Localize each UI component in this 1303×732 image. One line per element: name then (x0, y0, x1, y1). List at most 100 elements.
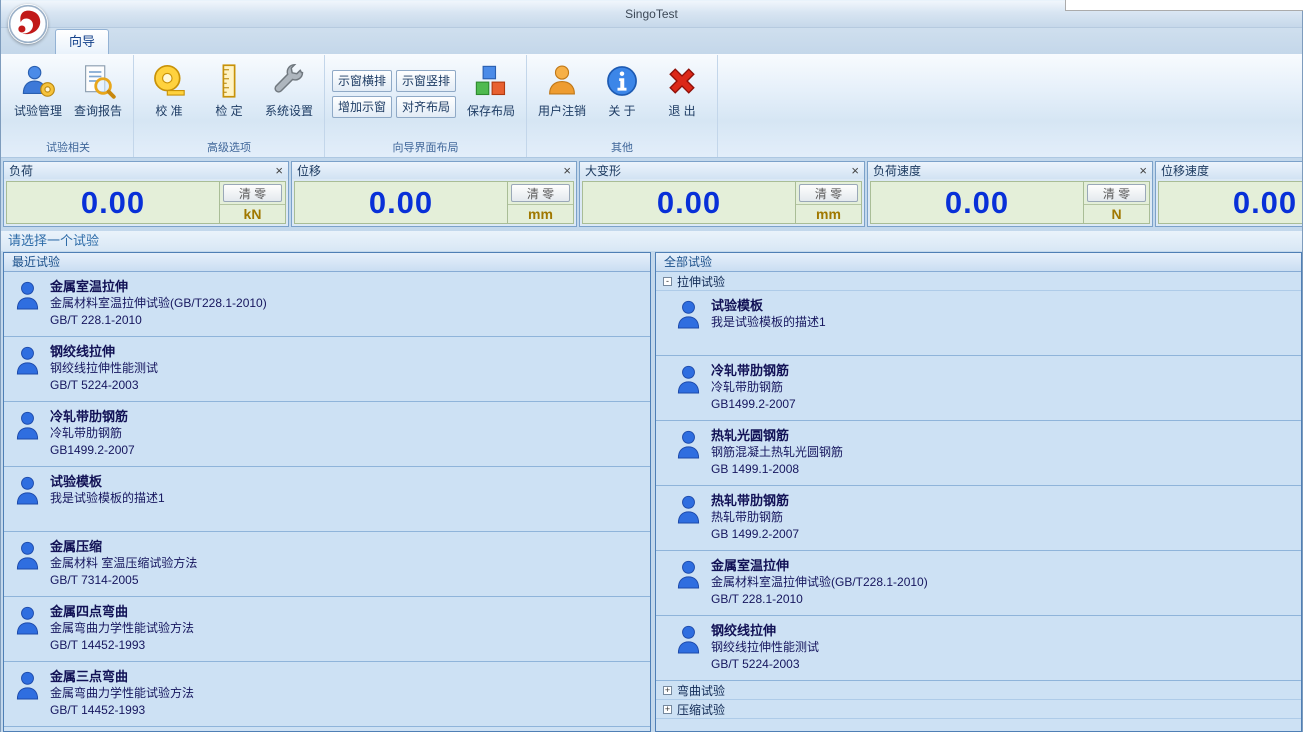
tree-group[interactable]: -拉伸试验 (656, 272, 1301, 291)
expand-icon[interactable]: + (663, 705, 672, 714)
test-item-description: 钢筋混凝土热轧光圆钢筋 (711, 444, 843, 461)
query-report-button[interactable]: 查询报告 (68, 58, 128, 119)
person-icon (15, 539, 40, 596)
test-item-description: 金属材料室温拉伸试验(GB/T228.1-2010) (50, 295, 267, 312)
test-item[interactable]: 冷轧带肋钢筋冷轧带肋钢筋GB1499.2-2007 (4, 402, 650, 467)
tab-wizard[interactable]: 向导 (55, 29, 109, 54)
ribbon: 试验管理查询报告试验相关校 准检 定系统设置高级选项示窗横排示窗竖排增加示窗对齐… (1, 54, 1302, 158)
gauge-header: 负荷 × (4, 162, 288, 179)
ruler-icon (211, 63, 247, 99)
test-item[interactable]: 金属四点弯曲金属弯曲力学性能试验方法GB/T 14452-1993 (4, 597, 650, 662)
clear-zero-button[interactable]: 清 零 (223, 184, 282, 202)
test-manager-icon (20, 63, 56, 99)
calibrate-button[interactable]: 校 准 (139, 58, 199, 119)
person-icon (15, 409, 40, 466)
gauge-side-column: 清 零mm (507, 182, 573, 223)
clear-zero-button[interactable]: 清 零 (799, 184, 858, 202)
test-item[interactable]: 试验模板我是试验模板的描述1 (656, 291, 1301, 356)
test-item-text: 热轧光圆钢筋钢筋混凝土热轧光圆钢筋GB 1499.1-2008 (711, 428, 843, 485)
window-layout-buttons: 示窗横排示窗竖排增加示窗对齐布局 (332, 70, 456, 118)
test-item-description: 我是试验模板的描述1 (711, 314, 826, 331)
close-icon[interactable]: × (275, 164, 283, 177)
report-search-icon (80, 63, 116, 99)
add-window-button[interactable]: 增加示窗 (332, 96, 392, 118)
test-item-title: 试验模板 (50, 474, 165, 490)
test-item-standard: GB/T 228.1-2010 (711, 591, 928, 608)
test-item[interactable]: 热轧带肋钢筋热轧带肋钢筋GB 1499.2-2007 (656, 486, 1301, 551)
test-item[interactable]: 冷轧带肋钢筋冷轧带肋钢筋GB1499.2-2007 (656, 356, 1301, 421)
close-icon[interactable]: × (851, 164, 859, 177)
test-item-text: 热轧带肋钢筋热轧带肋钢筋GB 1499.2-2007 (711, 493, 799, 550)
test-item-standard: GB/T 5224-2003 (711, 656, 819, 673)
app-menu-button[interactable] (8, 4, 48, 44)
test-management-button[interactable]: 试验管理 (8, 58, 68, 119)
all-tests-panel: 全部试验 -拉伸试验试验模板我是试验模板的描述1 冷轧带肋钢筋冷轧带肋钢筋GB14… (655, 252, 1302, 732)
align-layout-button[interactable]: 对齐布局 (396, 96, 456, 118)
gauge-unit: N (1084, 204, 1149, 223)
test-item[interactable]: 金属三点弯曲金属弯曲力学性能试验方法GB/T 14452-1993 (4, 662, 650, 727)
test-item-title: 金属三点弯曲 (50, 669, 194, 685)
tree-group-label: 压缩试验 (677, 701, 725, 718)
test-item-title: 热轧带肋钢筋 (711, 493, 799, 509)
test-item[interactable]: 金属室温拉伸金属材料室温拉伸试验(GB/T228.1-2010)GB/T 228… (4, 272, 650, 337)
ribbon-button-label: 用户注销 (538, 102, 586, 119)
collapse-icon[interactable]: - (663, 277, 672, 286)
gauge-header: 位移速度× (1156, 162, 1302, 179)
test-item-description: 热轧带肋钢筋 (711, 509, 799, 526)
test-item-description: 钢绞线拉伸性能测试 (50, 360, 158, 377)
window-title: SingoTest (625, 7, 678, 21)
test-item[interactable]: 钢绞线拉伸钢绞线拉伸性能测试GB/T 5224-2003 (4, 337, 650, 402)
test-item-description: 金属材料室温拉伸试验(GB/T228.1-2010) (711, 574, 928, 591)
test-item-standard: GB1499.2-2007 (50, 442, 135, 459)
test-item[interactable]: 钢绞线拉伸钢绞线拉伸性能测试GB/T 5224-2003 (656, 616, 1301, 681)
test-item[interactable]: 金属压缩金属材料 室温压缩试验方法GB/T 7314-2005 (4, 532, 650, 597)
verify-button[interactable]: 检 定 (199, 58, 259, 119)
user-logout-icon (544, 63, 580, 99)
test-item-title: 钢绞线拉伸 (711, 623, 819, 639)
all-tests-header: 全部试验 (656, 253, 1301, 272)
tree-group-label: 拉伸试验 (677, 273, 725, 290)
ribbon-group-3: 用户注销关 于退 出其他 (527, 55, 718, 157)
tree-group[interactable]: +弯曲试验 (656, 681, 1301, 700)
test-item-text: 金属三点弯曲金属弯曲力学性能试验方法GB/T 14452-1993 (50, 669, 194, 726)
gauge-label: 位移速度 (1161, 162, 1209, 179)
select-test-prompt: 请选择一个试验 (1, 231, 1302, 251)
gauge-display: 0.00清 零 (1158, 181, 1302, 224)
gauge-label: 负荷 (9, 162, 33, 179)
clear-zero-button[interactable]: 清 零 (1087, 184, 1146, 202)
user-logout-button[interactable]: 用户注销 (532, 58, 592, 119)
test-item-title: 金属压缩 (50, 539, 197, 555)
expand-icon[interactable]: + (663, 686, 672, 695)
about-button[interactable]: 关 于 (592, 58, 652, 119)
window-horizontal-button[interactable]: 示窗横排 (332, 70, 392, 92)
test-item-title: 金属四点弯曲 (50, 604, 194, 620)
test-item-title: 热轧光圆钢筋 (711, 428, 843, 444)
gauge-unit: kN (220, 204, 285, 223)
test-item-standard: GB/T 228.1-2010 (50, 312, 267, 329)
test-item-text: 冷轧带肋钢筋冷轧带肋钢筋GB1499.2-2007 (711, 363, 796, 420)
clear-zero-button[interactable]: 清 零 (511, 184, 570, 202)
gauge-label: 大变形 (585, 162, 621, 179)
tree-group[interactable]: + 压缩试验 (656, 700, 1301, 719)
exit-button[interactable]: 退 出 (652, 58, 712, 119)
ribbon-button-label: 系统设置 (265, 102, 313, 119)
test-item-text: 金属室温拉伸金属材料室温拉伸试验(GB/T228.1-2010)GB/T 228… (50, 279, 267, 336)
gauge-load: 负荷×0.00清 零kN (3, 161, 289, 227)
gauge-header: 大变形 × (580, 162, 864, 179)
gauge-value: 0.00 (583, 182, 795, 223)
close-icon[interactable]: × (1139, 164, 1147, 177)
gauge-load-speed: 负荷速度×0.00清 零N (867, 161, 1153, 227)
person-icon (15, 669, 40, 726)
test-item[interactable]: 金属室温拉伸金属材料室温拉伸试验(GB/T228.1-2010)GB/T 228… (656, 551, 1301, 616)
system-settings-button[interactable]: 系统设置 (259, 58, 319, 119)
test-item-text: 冷轧带肋钢筋冷轧带肋钢筋GB1499.2-2007 (50, 409, 135, 466)
test-item-description: 金属材料 室温压缩试验方法 (50, 555, 197, 572)
test-item[interactable]: 热轧光圆钢筋钢筋混凝土热轧光圆钢筋GB 1499.1-2008 (656, 421, 1301, 486)
ribbon-button-label: 试验管理 (14, 102, 62, 119)
test-item[interactable]: 试验模板我是试验模板的描述1 (4, 467, 650, 532)
gauge-display: 0.00清 零kN (6, 181, 286, 224)
close-icon[interactable]: × (563, 164, 571, 177)
save-layout-button[interactable]: 保存布局 (461, 58, 521, 119)
test-item-standard: GB/T 14452-1993 (50, 637, 194, 654)
window-vertical-button[interactable]: 示窗竖排 (396, 70, 456, 92)
